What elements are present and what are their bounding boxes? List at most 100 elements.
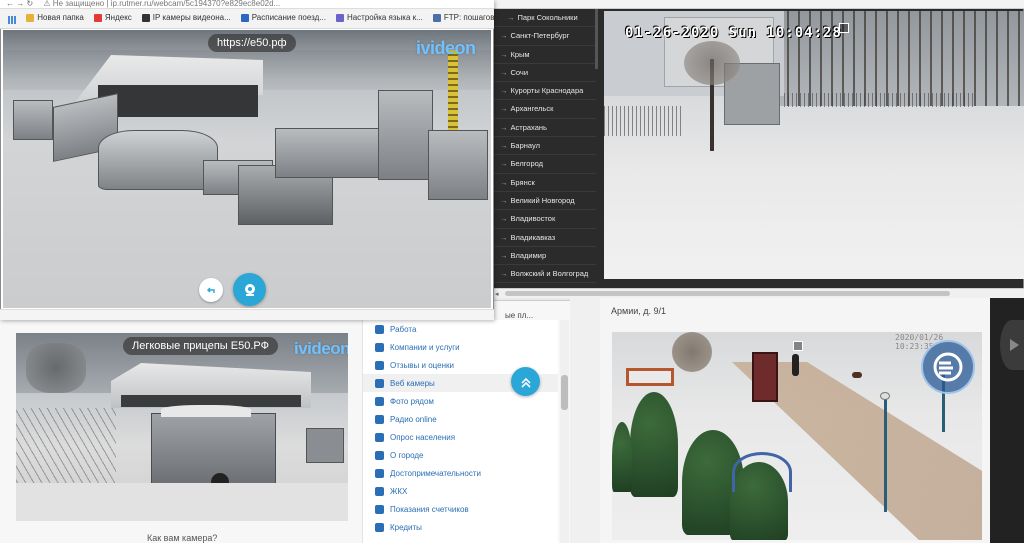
bookmark-item[interactable]: FTP: пошаговая заг... [432, 9, 494, 27]
park-fullscreen-icon[interactable] [793, 341, 803, 351]
city-menu: Работа Компании и услуги Отзывы и оценки Ве… [362, 320, 558, 543]
sidebar-city-item[interactable]: → Белгород [493, 155, 596, 174]
sidebar-city-item[interactable]: → Владимир [493, 247, 596, 266]
arrow-right-icon: → [500, 49, 508, 59]
train-icon [240, 14, 249, 22]
hscroll-thumb[interactable] [505, 291, 950, 296]
scrollbar-thumb[interactable] [561, 375, 568, 410]
address-url: ip.rutmer.ru/webcam/5c194370?e829ec8e02d… [110, 0, 281, 8]
menu-label: ЖКХ [390, 486, 408, 496]
ivideon-round-logo[interactable] [921, 340, 975, 394]
photo-icon [375, 396, 384, 406]
sidebar-city-item[interactable]: → Волжский и Волгоград [493, 265, 596, 284]
bookmark-label: Яндекс [104, 13, 132, 22]
landmark-icon [375, 468, 384, 478]
sidebar-top-item[interactable]: → Парк Сокольники [493, 9, 596, 28]
arrow-right-icon: → [500, 86, 508, 96]
info-icon [375, 450, 384, 460]
hscroll-left-arrow[interactable]: ◂ [495, 290, 499, 298]
middle-hscroll[interactable]: ◂ [493, 288, 1024, 298]
webcam-icon [375, 378, 384, 388]
menu-item[interactable]: Компании и услуги [363, 338, 558, 356]
menu-item[interactable]: Кредиты [363, 518, 558, 536]
sidebar-city-item[interactable]: → Брянск [493, 174, 596, 192]
sidebar-city-item[interactable]: → Санкт-Петербург [493, 27, 596, 46]
housing-icon [375, 486, 384, 496]
city-label: Белгород [510, 159, 544, 169]
page-scrollbar[interactable] [560, 320, 569, 543]
nav-arrows[interactable]: ← → ↻ [6, 0, 33, 8]
arrow-right-icon: → [500, 250, 508, 260]
sidebar-city-item[interactable]: → Астрахань [493, 119, 596, 138]
sidebar-city-item[interactable]: → Владивосток [493, 210, 596, 229]
top-left-camera-view[interactable]: https://e50.рф ivideon [3, 30, 491, 308]
menu-label: Компании и услуги [390, 342, 460, 352]
lock-icon: ⚠ [43, 0, 51, 8]
ftp-icon [432, 14, 441, 22]
radio-icon [375, 414, 384, 424]
bookmark-label: FTP: пошаговая заг... [443, 13, 494, 22]
sidebar-city-item[interactable]: → Курорты Краснодара [493, 82, 596, 101]
menu-item[interactable]: ЖКХ [363, 482, 558, 500]
menu-label: Опрос населения [390, 432, 456, 442]
top-left-footer [0, 309, 494, 320]
arrow-right-icon: → [500, 269, 508, 279]
bookmark-label: Настройка языка к... [346, 13, 423, 22]
arrow-right-icon: → [500, 104, 508, 114]
webcam-button[interactable] [233, 273, 266, 306]
city-label: Санкт-Петербург [510, 31, 570, 41]
middle-camera-view[interactable]: 01-26-2020 Sun 10:04:28 [604, 11, 1024, 279]
sidebar-city-item[interactable]: → Великий Новгород [493, 192, 596, 211]
sidebar-city-item[interactable]: → Барнаул [493, 137, 596, 156]
city-label: Владикавказ [510, 232, 556, 242]
address-bar[interactable]: ← → ↻ ⚠ Не защищено | ip.rutmer.ru/webca… [0, 0, 494, 9]
bookmark-item[interactable]: Расписание поезд... [240, 9, 326, 27]
sidebar-city-item[interactable]: → Сочи [493, 64, 596, 83]
menu-item[interactable]: О городе [363, 446, 558, 464]
arrow-right-icon: → [500, 141, 508, 151]
address-caption: Армии, д. 9/1 [611, 306, 667, 316]
menu-label: О городе [390, 450, 424, 460]
bookmark-item[interactable]: IP камеры видеона... [141, 9, 231, 27]
menu-label: Фото рядом [390, 396, 434, 406]
city-label: Сочи [510, 67, 529, 77]
right-left-gutter [570, 296, 600, 543]
ivideon-mark-icon [933, 352, 963, 382]
poll-icon [375, 432, 384, 442]
play-button[interactable] [1000, 320, 1024, 370]
menu-item[interactable]: Опрос населения [363, 428, 558, 446]
menu-item[interactable]: Радио online [363, 410, 558, 428]
bookmark-item[interactable]: Новая папка [26, 9, 84, 27]
star-icon [375, 360, 384, 370]
city-label: Курорты Краснодара [510, 86, 584, 96]
scroll-top-button[interactable] [511, 367, 540, 396]
menu-item[interactable]: Достопримечательности [363, 464, 558, 482]
sidebar-scroll-thumb[interactable] [595, 9, 598, 69]
bookmark-label: Новая папка [37, 13, 84, 22]
city-label: Владивосток [510, 214, 556, 224]
bottom-camera-view[interactable]: Легковые прицепы Е50.РФ ivideon [16, 333, 348, 521]
bookmark-item[interactable]: Яндекс [93, 9, 132, 27]
bookmark-item[interactable]: Настройка языка к... [335, 9, 423, 27]
fullscreen-icon[interactable] [839, 23, 849, 33]
tab-fragment[interactable]: ые пл... [505, 311, 533, 320]
chevrons-up-icon [520, 377, 531, 388]
play-icon [1009, 339, 1019, 351]
menu-label: Достопримечательности [390, 468, 481, 478]
arrow-right-icon: → [500, 159, 508, 169]
arrow-right-icon: → [500, 67, 508, 77]
building-icon [375, 342, 384, 352]
apps-icon[interactable] [8, 15, 16, 24]
menu-label: Радио online [390, 414, 437, 424]
share-button[interactable] [199, 278, 223, 302]
menu-item[interactable]: Работа [363, 320, 558, 338]
menu-label: Веб камеры [390, 378, 435, 388]
ipcam-icon [141, 14, 150, 22]
cities-sidebar: → Парк Сокольники → Санкт-Петербург → Крым → С… [493, 9, 596, 288]
menu-label: Работа [390, 324, 417, 334]
sidebar-city-item[interactable]: → Архангельск [493, 100, 596, 119]
left-bookmarks-bar: Новая папка Яндекс IP камеры видеона... Рас… [0, 9, 494, 29]
sidebar-city-item[interactable]: → Владикавказ [493, 229, 596, 247]
menu-item[interactable]: Показания счетчиков [363, 500, 558, 518]
sidebar-city-item[interactable]: → Крым [493, 46, 596, 64]
